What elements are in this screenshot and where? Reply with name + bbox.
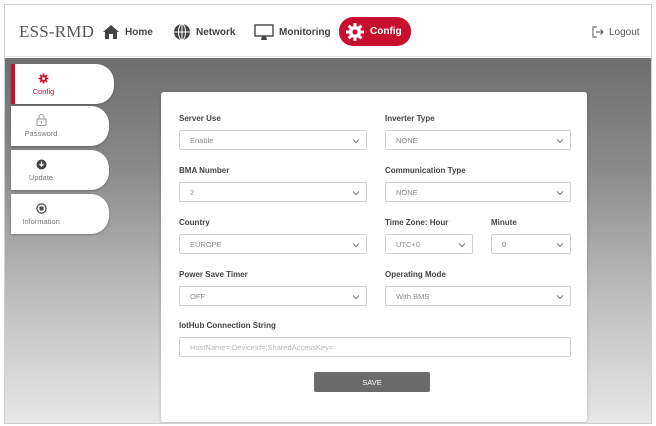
save-button[interactable]: SAVE <box>314 372 430 392</box>
network-globe-icon <box>174 23 190 41</box>
chevron-down-icon <box>556 295 564 300</box>
country-label: Country <box>179 218 210 227</box>
server-use-value: Enable <box>190 135 214 145</box>
sidebar-item-password[interactable]: Password <box>11 106 109 146</box>
power-save-timer-select[interactable]: OFF <box>179 286 367 306</box>
communication-type-value: NONE <box>396 187 418 197</box>
power-save-timer-label: Power Save Timer <box>179 270 248 279</box>
minute-select[interactable]: 0 <box>491 234 571 254</box>
gear-icon <box>38 73 49 83</box>
operating-mode-select[interactable]: With BMS <box>385 286 571 306</box>
chevron-down-icon <box>352 139 360 144</box>
iothub-connection-input[interactable]: HostName=;DeviceId=;SharedAccessKey= <box>179 337 571 357</box>
bma-number-value: 2 <box>190 187 195 197</box>
update-icon <box>36 159 46 169</box>
operating-mode-value: With BMS <box>396 291 430 301</box>
chevron-down-icon <box>352 191 360 196</box>
sidebar-item-config[interactable]: Config <box>11 64 114 104</box>
sidebar-item-label: Information <box>22 216 60 226</box>
home-icon <box>103 25 119 39</box>
minute-value: 0 <box>502 239 507 249</box>
chevron-down-icon <box>556 191 564 196</box>
nav-config-label: Config <box>370 26 402 37</box>
inverter-type-select[interactable]: NONE <box>385 130 571 150</box>
chevron-down-icon <box>458 243 466 248</box>
nav-monitoring-label: Monitoring <box>279 26 331 38</box>
sidebar-item-update[interactable]: Update <box>11 150 109 190</box>
logout-label: Logout <box>609 26 640 38</box>
nav-home[interactable]: Home <box>102 19 153 45</box>
nav-network[interactable]: Network <box>173 19 235 45</box>
monitor-icon <box>254 23 274 40</box>
chevron-down-icon <box>352 243 360 248</box>
lock-icon <box>36 114 46 126</box>
sidebar-item-label: Config <box>32 86 55 96</box>
country-value: EUROPE <box>190 239 222 249</box>
logout-icon <box>592 26 604 38</box>
bma-number-label: BMA Number <box>179 166 230 175</box>
top-header: ESS-RMD Home Network Monitoring Config L… <box>5 5 651 57</box>
communication-type-label: Communication Type <box>385 166 466 175</box>
sidebar-item-label: Password <box>24 129 58 138</box>
iothub-connection-label: IotHub Connection String <box>179 321 276 330</box>
time-zone-hour-label: Time Zone: Hour <box>385 218 449 227</box>
chevron-down-icon <box>352 295 360 300</box>
server-use-label: Server Use <box>179 114 221 123</box>
brand-logo: ESS-RMD <box>19 22 95 41</box>
power-save-timer-value: OFF <box>190 291 205 301</box>
nav-config[interactable]: Config <box>339 17 411 46</box>
inverter-type-value: NONE <box>396 135 418 145</box>
config-form-card: Server Use Enable Inverter Type NONE BMA… <box>161 92 587 422</box>
time-zone-hour-value: UTC+0 <box>396 239 420 249</box>
gear-icon <box>346 22 364 41</box>
sidebar-item-information[interactable]: Information <box>11 194 109 234</box>
operating-mode-label: Operating Mode <box>385 270 446 279</box>
bma-number-select[interactable]: 2 <box>179 182 367 202</box>
time-zone-hour-select[interactable]: UTC+0 <box>385 234 473 254</box>
chevron-down-icon <box>556 139 564 144</box>
inverter-type-label: Inverter Type <box>385 114 435 123</box>
main-content: Config Password Update Information Serve… <box>5 58 651 423</box>
communication-type-select[interactable]: NONE <box>385 182 571 202</box>
logout-link[interactable]: Logout <box>592 19 640 45</box>
chevron-down-icon <box>556 243 564 248</box>
nav-network-label: Network <box>196 26 236 38</box>
server-use-select[interactable]: Enable <box>179 130 367 150</box>
sidebar-item-label: Update <box>28 172 54 182</box>
nav-monitoring[interactable]: Monitoring <box>254 19 331 45</box>
info-icon <box>35 202 47 214</box>
iothub-connection-placeholder: HostName=;DeviceId=;SharedAccessKey= <box>190 342 334 352</box>
minute-label: Minute <box>491 218 517 227</box>
nav-home-label: Home <box>125 26 153 38</box>
country-select[interactable]: EUROPE <box>179 234 367 254</box>
app-frame: ESS-RMD Home Network Monitoring Config L… <box>4 4 652 424</box>
